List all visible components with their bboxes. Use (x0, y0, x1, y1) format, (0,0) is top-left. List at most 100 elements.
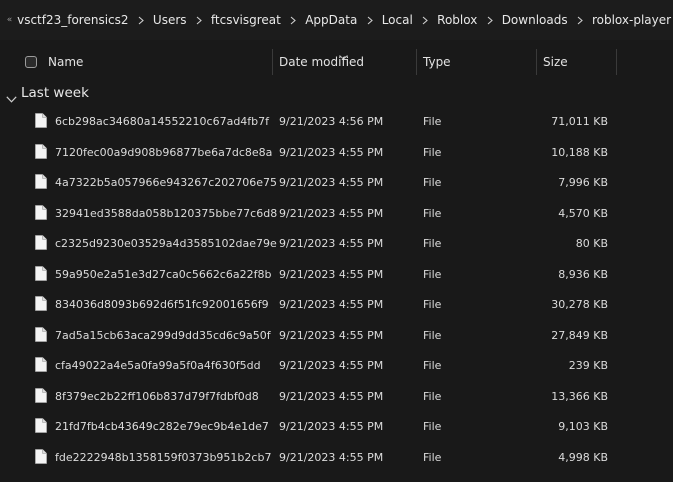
table-row[interactable]: 7120fec00a9d908b96877be6a7dc8e8a 9/21/202… (0, 138, 673, 169)
file-name: 21fd7fb4cb43649c282e79ec9b4e1de7 (55, 420, 269, 433)
file-name: c2325d9230e03529a4d3585102dae79e (55, 237, 277, 250)
file-type: File (423, 298, 442, 311)
file-name: 834036d8093b692d6f51fc92001656f9 (55, 298, 269, 311)
file-size: 30,278 KB (551, 298, 608, 311)
column-divider[interactable] (416, 49, 417, 75)
chevron-right-icon[interactable] (189, 16, 209, 25)
table-row[interactable]: 8f379ec2b22ff106b837d79f7fdbf0d8 9/21/202… (0, 382, 673, 413)
file-type: File (423, 267, 442, 281)
file-name: 4a7322b5a057966e943267c202706e75 (55, 176, 278, 189)
file-icon (35, 113, 47, 131)
chevron-right-icon[interactable] (283, 16, 303, 25)
file-icon (35, 296, 47, 314)
breadcrumb-item-appdata[interactable]: AppData (303, 13, 359, 27)
file-icon (35, 448, 47, 467)
file-explorer: « vsctf23_forensics2 Users ftcsvisgreat … (0, 0, 673, 482)
file-icon (35, 143, 47, 162)
file-name: fde2222948b1358159f0373b951b2cb7 (55, 450, 272, 464)
file-list: 6cb298ac34680a14552210c67ad4fb7f 9/21/202… (0, 107, 673, 473)
file-size: 7,996 KB (558, 176, 608, 189)
chevron-right-icon[interactable] (131, 16, 151, 25)
file-name: 59a950e2a51e3d27ca0c5662c6a22f8b (55, 267, 272, 281)
chevron-down-icon[interactable] (6, 88, 17, 107)
file-type: File (423, 420, 442, 433)
group-label: Last week (21, 85, 89, 101)
file-type: File (423, 176, 442, 189)
file-name: 6cb298ac34680a14552210c67ad4fb7f (55, 115, 270, 128)
file-date-modified: 9/21/2023 4:55 PM (279, 237, 384, 250)
column-header-type[interactable]: Type (423, 50, 451, 74)
table-row[interactable]: 4a7322b5a057966e943267c202706e75 9/21/202… (0, 168, 673, 199)
file-size: 4,998 KB (558, 450, 608, 464)
file-size: 13,366 KB (551, 389, 608, 403)
breadcrumb-item-downloads[interactable]: Downloads (500, 13, 570, 27)
group-header[interactable]: Last week (0, 84, 673, 104)
select-all-checkbox[interactable] (25, 56, 37, 68)
file-type: File (423, 450, 442, 464)
chevron-right-icon[interactable] (570, 16, 590, 25)
file-date-modified: 9/21/2023 4:55 PM (279, 420, 384, 433)
file-icon (35, 235, 47, 253)
file-icon (35, 418, 47, 436)
column-header-date[interactable]: Date modified (279, 50, 364, 74)
file-size: 239 KB (568, 359, 608, 372)
table-row[interactable]: 834036d8093b692d6f51fc92001656f9 9/21/202… (0, 290, 673, 321)
file-type: File (423, 359, 442, 372)
column-header-row: Name Date modified Type Size (0, 40, 673, 84)
column-header-size[interactable]: Size (543, 50, 568, 74)
file-icon (35, 174, 47, 192)
table-row[interactable]: 21fd7fb4cb43649c282e79ec9b4e1de7 9/21/202… (0, 412, 673, 443)
file-name: 32941ed3588da058b120375bbe77c6d8 (55, 206, 278, 220)
file-date-modified: 9/21/2023 4:55 PM (279, 328, 384, 342)
chevron-right-icon[interactable] (359, 16, 379, 25)
file-size: 71,011 KB (551, 115, 608, 128)
column-divider[interactable] (536, 49, 537, 75)
file-name: 7120fec00a9d908b96877be6a7dc8e8a (55, 145, 273, 159)
column-header-name[interactable]: Name (48, 50, 83, 74)
table-row[interactable]: 7ad5a15cb63aca299d9dd35cd6c9a50f 9/21/202… (0, 321, 673, 352)
file-name: 7ad5a15cb63aca299d9dd35cd6c9a50f (55, 328, 271, 342)
chevron-right-icon[interactable] (415, 16, 435, 25)
file-size: 8,936 KB (558, 267, 608, 281)
column-divider[interactable] (272, 49, 273, 75)
breadcrumb-item-roblox[interactable]: Roblox (435, 13, 479, 27)
file-date-modified: 9/21/2023 4:55 PM (279, 176, 384, 189)
breadcrumb-item-user[interactable]: ftcsvisgreat (209, 13, 283, 27)
file-date-modified: 9/21/2023 4:56 PM (279, 115, 384, 128)
table-row[interactable]: 59a950e2a51e3d27ca0c5662c6a22f8b 9/21/202… (0, 260, 673, 291)
file-name: cfa49022a4e5a0fa99a5f0a4f630f5dd (55, 359, 261, 372)
column-divider[interactable] (616, 49, 617, 75)
file-size: 27,849 KB (551, 328, 608, 342)
file-name: 8f379ec2b22ff106b837d79f7fdbf0d8 (55, 389, 259, 403)
file-date-modified: 9/21/2023 4:55 PM (279, 359, 384, 372)
file-size: 10,188 KB (551, 145, 608, 159)
file-type: File (423, 328, 442, 342)
table-row[interactable]: c2325d9230e03529a4d3585102dae79e 9/21/202… (0, 229, 673, 260)
file-icon (35, 326, 47, 345)
breadcrumb-item-root[interactable]: vsctf23_forensics2 (15, 13, 130, 27)
overflow-chevron-icon[interactable]: « (0, 0, 15, 40)
file-type: File (423, 237, 442, 250)
file-date-modified: 9/21/2023 4:55 PM (279, 450, 384, 464)
breadcrumb-item-users[interactable]: Users (151, 13, 189, 27)
file-size: 9,103 KB (558, 420, 608, 433)
file-size: 4,570 KB (558, 206, 608, 220)
file-date-modified: 9/21/2023 4:55 PM (279, 298, 384, 311)
table-row[interactable]: cfa49022a4e5a0fa99a5f0a4f630f5dd 9/21/202… (0, 351, 673, 382)
table-row[interactable]: fde2222948b1358159f0373b951b2cb7 9/21/202… (0, 443, 673, 474)
breadcrumb-item-current[interactable]: roblox-player (590, 13, 673, 27)
file-icon (35, 265, 47, 284)
table-row[interactable]: 32941ed3588da058b120375bbe77c6d8 9/21/202… (0, 199, 673, 230)
file-date-modified: 9/21/2023 4:55 PM (279, 145, 384, 159)
file-date-modified: 9/21/2023 4:55 PM (279, 206, 384, 220)
chevron-right-icon[interactable] (479, 16, 499, 25)
breadcrumb[interactable]: « vsctf23_forensics2 Users ftcsvisgreat … (0, 0, 673, 41)
table-row[interactable]: 6cb298ac34680a14552210c67ad4fb7f 9/21/202… (0, 107, 673, 138)
file-icon (35, 204, 47, 223)
file-date-modified: 9/21/2023 4:55 PM (279, 267, 384, 281)
breadcrumb-item-local[interactable]: Local (380, 13, 415, 27)
file-icon (35, 387, 47, 406)
file-type: File (423, 389, 442, 403)
file-type: File (423, 206, 442, 220)
file-type: File (423, 145, 442, 159)
